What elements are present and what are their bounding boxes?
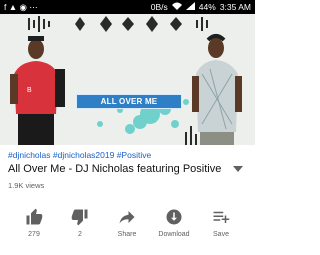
hashtags[interactable]: #djnicholas #djnicholas2019 #Positive: [8, 150, 151, 160]
dislike-button[interactable]: 2: [56, 208, 104, 238]
left-person: B: [10, 36, 65, 145]
download-label: Download: [158, 231, 190, 238]
video-player[interactable]: B ALL OVER ME: [0, 14, 255, 145]
svg-text:B: B: [27, 87, 32, 94]
share-icon: [103, 208, 151, 226]
battery-level: 44%: [198, 2, 216, 12]
share-label: Share: [117, 231, 137, 238]
action-bar: 279 2 Share Download Save: [0, 208, 255, 248]
save-label: Save: [213, 231, 229, 238]
download-button[interactable]: Download: [150, 208, 198, 238]
like-count: 279: [28, 231, 40, 238]
share-button[interactable]: Share: [103, 208, 151, 238]
like-button[interactable]: 279: [10, 208, 58, 238]
thumbs-up-icon: [10, 208, 58, 226]
save-icon: [197, 208, 245, 226]
download-icon: [150, 208, 198, 226]
thumbs-down-icon: [56, 208, 104, 226]
clock: 3:35 AM: [219, 2, 251, 12]
video-title-banner: ALL OVER ME: [76, 94, 182, 109]
dislike-count: 2: [78, 231, 82, 238]
video-title: All Over Me - DJ Nicholas featuring Posi…: [8, 163, 222, 175]
expand-description-icon[interactable]: [233, 166, 243, 172]
save-button[interactable]: Save: [197, 208, 245, 238]
view-count: 1.9K views: [8, 181, 45, 190]
right-person: [192, 34, 242, 145]
signal-icon: [185, 0, 195, 14]
wifi-icon: [171, 0, 182, 14]
video-frame: B: [10, 16, 242, 145]
notification-icons: f ▲ ◉ ⋯: [4, 2, 38, 12]
data-rate: 0B/s: [150, 2, 168, 12]
status-bar: f ▲ ◉ ⋯ 0B/s 44% 3:35 AM: [0, 0, 255, 14]
